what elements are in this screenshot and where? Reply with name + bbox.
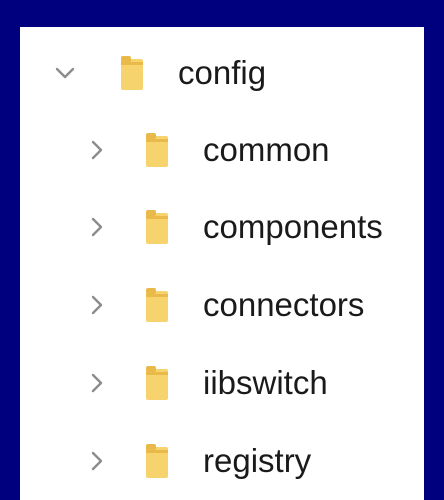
folder-icon — [146, 366, 168, 400]
tree-item-label: connectors — [203, 285, 365, 323]
tree-item-registry[interactable]: registry — [20, 431, 424, 491]
tree-item-label: config — [178, 53, 267, 91]
tree-item-label: common — [203, 130, 330, 168]
folder-icon — [146, 210, 168, 244]
folder-icon — [146, 444, 168, 478]
tree-item-iibswitch[interactable]: iibswitch — [20, 353, 424, 413]
folder-icon — [146, 133, 168, 167]
chevron-down-icon[interactable] — [54, 62, 76, 84]
folder-tree-panel: config common components connectors iibs… — [20, 27, 424, 500]
tree-item-label: components — [203, 207, 383, 245]
chevron-right-icon[interactable] — [86, 372, 108, 394]
tree-item-connectors[interactable]: connectors — [20, 275, 424, 335]
tree-item-common[interactable]: common — [20, 120, 424, 180]
tree-item-config[interactable]: config — [20, 43, 424, 103]
chevron-right-icon[interactable] — [86, 216, 108, 238]
tree-item-components[interactable]: components — [20, 197, 424, 257]
folder-icon — [146, 288, 168, 322]
chevron-right-icon[interactable] — [86, 294, 108, 316]
tree-item-label: registry — [203, 441, 312, 479]
folder-icon — [121, 56, 143, 90]
chevron-right-icon[interactable] — [86, 139, 108, 161]
chevron-right-icon[interactable] — [86, 450, 108, 472]
tree-item-label: iibswitch — [203, 363, 328, 401]
